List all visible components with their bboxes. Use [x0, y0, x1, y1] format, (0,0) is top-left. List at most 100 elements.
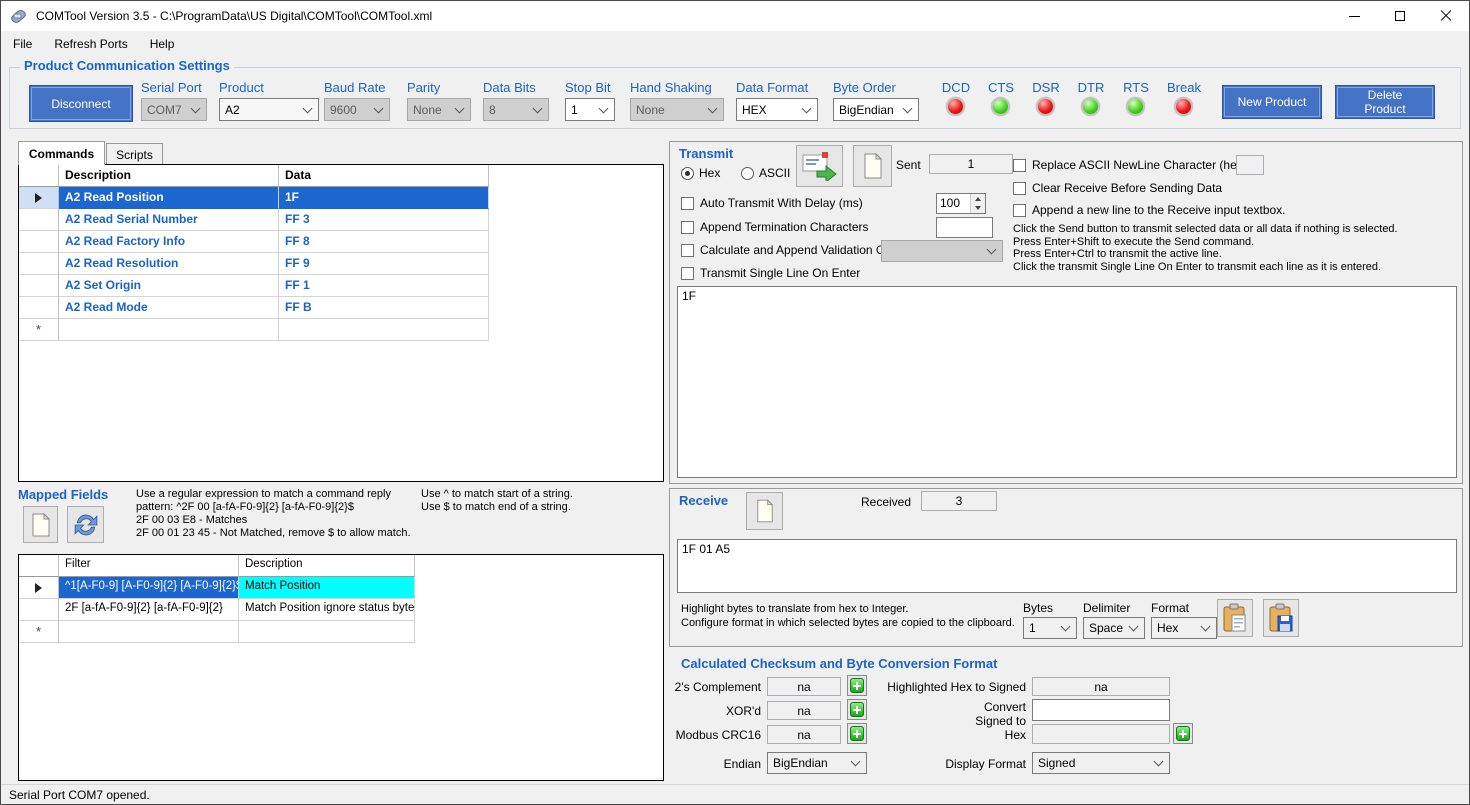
transmit-clear-button[interactable]	[853, 145, 892, 187]
chevron-down-icon	[374, 103, 384, 113]
endian-select[interactable]: BigEndian	[767, 752, 867, 774]
col-filter[interactable]: Filter	[59, 555, 239, 577]
hex-to-signed-label: Highlighted Hex to Signed	[876, 680, 1026, 694]
bytes-label: Bytes	[1023, 601, 1053, 615]
col-data[interactable]: Data	[279, 165, 489, 187]
modbus-add-button[interactable]	[847, 723, 867, 744]
serial-port-label: Serial Port	[141, 80, 202, 95]
append-newline-label: Append a new line to the Receive input t…	[1032, 203, 1286, 217]
byte-order-label: Byte Order	[833, 80, 896, 95]
hex-radio[interactable]	[681, 167, 694, 180]
save-clipboard-button[interactable]	[1263, 599, 1299, 637]
window-title: COMTool Version 3.5 - C:\ProgramData\US …	[36, 9, 432, 23]
new-document-icon	[31, 513, 51, 537]
twos-complement-label: 2's Complement	[661, 680, 761, 694]
validation-code-select[interactable]	[881, 240, 1003, 262]
single-line-checkbox[interactable]	[681, 267, 694, 280]
table-row[interactable]: A2 Read Mode FF B	[19, 297, 663, 319]
delimiter-select[interactable]: Space	[1083, 617, 1145, 639]
mapped-fields-title: Mapped Fields	[18, 487, 108, 502]
receive-textarea[interactable]: 1F 01 A5	[677, 539, 1457, 593]
ascii-radio[interactable]	[741, 167, 754, 180]
auto-transmit-label: Auto Transmit With Delay (ms)	[700, 196, 863, 210]
format-select[interactable]: Hex	[1151, 617, 1217, 639]
table-row[interactable]: A2 Read Position 1F	[19, 187, 663, 209]
status-bar: Serial Port COM7 opened.	[1, 784, 1469, 805]
menu-help[interactable]: Help	[140, 33, 185, 55]
append-newline-checkbox[interactable]	[1013, 204, 1026, 217]
replace-newline-input[interactable]	[1236, 155, 1264, 175]
new-row-icon: *	[36, 624, 41, 639]
received-count: 3	[921, 491, 997, 511]
new-row[interactable]: *	[19, 319, 663, 341]
xord-add-button[interactable]	[847, 699, 867, 720]
receive-title: Receive	[679, 493, 728, 508]
data-format-label: Data Format	[736, 80, 808, 95]
received-label: Received	[861, 495, 911, 509]
signed-to-hex-add-button[interactable]	[1173, 723, 1193, 744]
table-row[interactable]: ^1[A-F0-9] [A-F0-9]{2} [A-F0-9]{2}$ Matc…	[19, 577, 663, 599]
delete-product-button[interactable]: Delete Product	[1335, 85, 1435, 119]
calc-validation-label: Calculate and Append Validation Code	[700, 243, 905, 257]
chevron-down-icon	[708, 103, 718, 113]
current-row-icon	[35, 583, 42, 593]
maximize-button[interactable]	[1377, 1, 1423, 31]
col-description[interactable]: Description	[239, 555, 415, 577]
minimize-button[interactable]	[1331, 1, 1377, 31]
hand-shaking-select[interactable]: None	[630, 98, 724, 121]
app-icon	[10, 8, 28, 24]
stop-bit-label: Stop Bit	[565, 80, 611, 95]
termination-input[interactable]	[936, 217, 993, 238]
close-button[interactable]	[1423, 1, 1469, 31]
replace-newline-checkbox[interactable]	[1013, 159, 1026, 172]
hand-shaking-label: Hand Shaking	[630, 80, 712, 95]
byte-order-select[interactable]: BigEndian	[833, 98, 919, 121]
commands-grid-header: Description Data	[19, 165, 663, 187]
table-row[interactable]: A2 Set Origin FF 1	[19, 275, 663, 297]
tab-scripts[interactable]: Scripts	[106, 143, 163, 165]
stepper-up-icon[interactable]	[971, 194, 985, 204]
data-bits-label: Data Bits	[483, 80, 536, 95]
menu-refresh-ports[interactable]: Refresh Ports	[44, 33, 137, 55]
copy-to-clipboard-button[interactable]	[1217, 599, 1253, 637]
new-row[interactable]: *	[19, 621, 663, 643]
parity-label: Parity	[407, 80, 440, 95]
data-format-select[interactable]: HEX	[736, 98, 818, 121]
table-row[interactable]: A2 Read Resolution FF 9	[19, 253, 663, 275]
data-bits-select[interactable]: 8	[483, 98, 549, 121]
chevron-down-icon	[1129, 622, 1139, 632]
append-termination-checkbox[interactable]	[681, 221, 694, 234]
menu-file[interactable]: File	[3, 33, 42, 55]
baud-rate-select[interactable]: 9600	[324, 98, 390, 121]
transmit-textarea[interactable]: 1F	[677, 286, 1457, 478]
col-description[interactable]: Description	[59, 165, 279, 187]
delay-stepper[interactable]: 100	[936, 193, 986, 214]
bytes-select[interactable]: 1	[1023, 617, 1077, 639]
table-row[interactable]: 2F [a-fA-F0-9]{2} [a-fA-F0-9]{2} Match P…	[19, 599, 663, 621]
table-row[interactable]: A2 Read Serial Number FF 3	[19, 209, 663, 231]
stop-bit-select[interactable]: 1	[565, 98, 615, 121]
tab-commands[interactable]: Commands	[18, 141, 105, 165]
chevron-down-icon	[1201, 622, 1211, 632]
disconnect-button[interactable]: Disconnect	[29, 85, 133, 122]
status-text: Serial Port COM7 opened.	[9, 788, 150, 802]
clear-receive-checkbox[interactable]	[1013, 182, 1026, 195]
stepper-down-icon[interactable]	[971, 204, 985, 214]
auto-transmit-checkbox[interactable]	[681, 197, 694, 210]
convert-signed-input[interactable]	[1032, 699, 1170, 721]
mapped-fields-new-button[interactable]	[23, 506, 58, 543]
calc-validation-checkbox[interactable]	[681, 244, 694, 257]
table-row[interactable]: A2 Read Factory Info FF 8	[19, 231, 663, 253]
serial-port-select[interactable]: COM7	[141, 98, 207, 121]
mapped-fields-help-left: Use a regular expression to match a comm…	[136, 488, 411, 540]
twos-complement-value: na	[767, 677, 841, 696]
mapped-fields-refresh-button[interactable]	[67, 506, 104, 543]
product-select[interactable]: A2	[219, 98, 319, 121]
send-button[interactable]	[796, 145, 843, 187]
parity-select[interactable]: None	[407, 98, 471, 121]
receive-clear-button[interactable]	[746, 492, 783, 530]
sent-count: 1	[929, 154, 1013, 174]
display-format-select[interactable]: Signed	[1032, 752, 1170, 774]
new-product-button[interactable]: New Product	[1222, 85, 1322, 119]
twos-complement-add-button[interactable]	[847, 675, 867, 696]
